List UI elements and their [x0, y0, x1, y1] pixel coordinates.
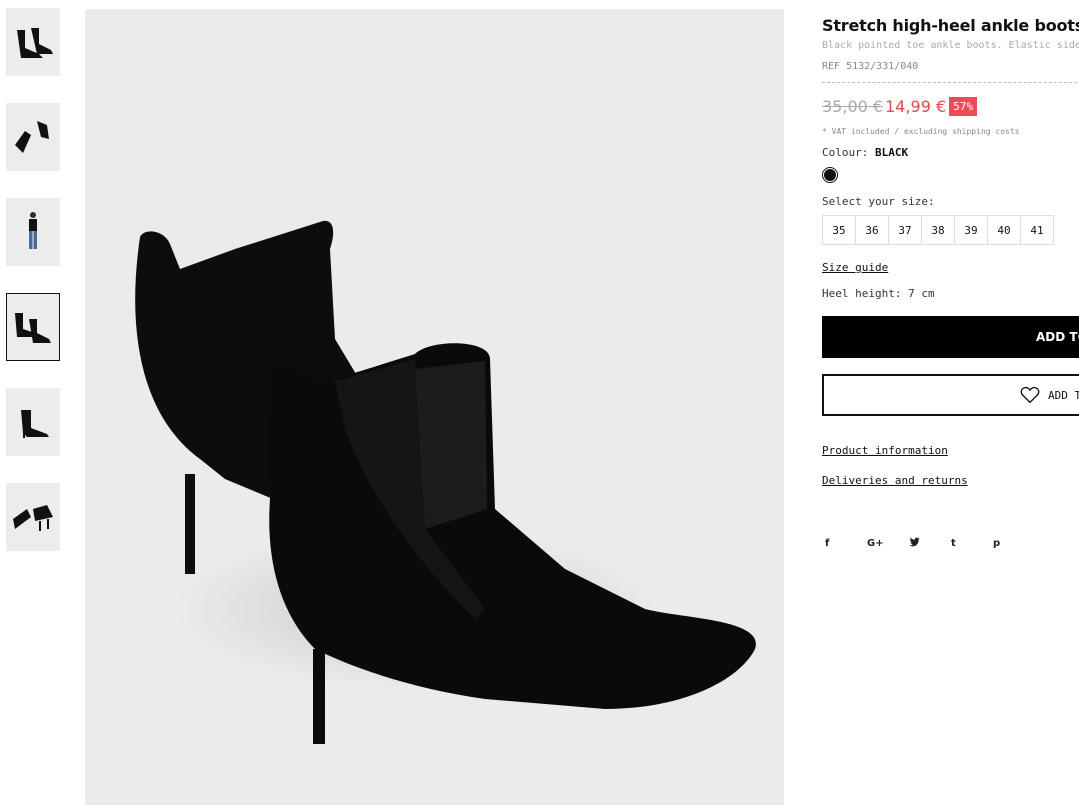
heel-height: Heel height: 7 cm: [822, 287, 935, 300]
size-option-35[interactable]: 35: [822, 215, 856, 245]
size-option-38[interactable]: 38: [921, 215, 955, 245]
thumbnail-list: [6, 8, 60, 578]
colour-swatch-black[interactable]: [822, 167, 838, 183]
add-to-cart-label: ADD TO: [1036, 330, 1079, 344]
product-ref: REF 5132/331/040: [822, 61, 919, 72]
price-row: 35,00 € 14,99 € 57%: [822, 94, 1079, 118]
old-price: 35,00 €: [822, 96, 884, 116]
swatch-fill: [824, 169, 836, 181]
boots-side-image: [17, 28, 53, 58]
ankle-boots-image: [135, 220, 756, 744]
boots-top-image: [15, 121, 49, 153]
size-label: Select your size:: [822, 195, 935, 208]
size-option-36[interactable]: 36: [855, 215, 889, 245]
social-share: f G+ t p: [822, 537, 1079, 550]
model-image: [29, 212, 37, 249]
boots-pair-image: [15, 313, 51, 343]
facebook-icon[interactable]: f: [822, 538, 864, 549]
pinterest-icon[interactable]: p: [990, 538, 1032, 549]
main-product-image[interactable]: [85, 9, 784, 805]
product-info-panel: Stretch high-heel ankle boots Black poin…: [822, 16, 1079, 550]
thumb-boots-pair[interactable]: [6, 293, 60, 361]
size-option-40[interactable]: 40: [987, 215, 1021, 245]
twitter-icon[interactable]: [906, 537, 948, 550]
colour-value: BLACK: [874, 146, 909, 159]
info-links: Product information Deliveries and retur…: [822, 416, 1079, 487]
size-option-39[interactable]: 39: [954, 215, 988, 245]
colour-label: Colour:: [822, 146, 869, 159]
google-plus-icon[interactable]: G+: [864, 538, 906, 549]
vat-note: * VAT included / excluding shipping cost…: [822, 127, 1020, 136]
product-title: Stretch high-heel ankle boots: [822, 16, 1079, 35]
boot-single-image: [21, 410, 49, 438]
tumblr-icon[interactable]: t: [948, 538, 990, 549]
thumb-model[interactable]: [6, 198, 60, 266]
thumb-boots-side[interactable]: [6, 8, 60, 76]
boots-back-image: [13, 505, 53, 531]
colour-row: Colour: BLACK: [822, 146, 1079, 159]
product-subtitle: Black pointed toe ankle boots. Elastic s…: [822, 40, 1079, 51]
product-information-link[interactable]: Product information: [822, 444, 1079, 457]
discount-badge: 57%: [949, 96, 978, 116]
thumb-boots-back[interactable]: [6, 483, 60, 551]
new-price: 14,99 €: [885, 96, 947, 116]
size-option-37[interactable]: 37: [888, 215, 922, 245]
size-guide-link[interactable]: Size guide: [822, 261, 888, 274]
add-to-cart-button[interactable]: ADD TO: [822, 316, 1079, 358]
deliveries-returns-link[interactable]: Deliveries and returns: [822, 474, 1079, 487]
thumb-boot-single[interactable]: [6, 388, 60, 456]
thumb-boots-top[interactable]: [6, 103, 60, 171]
add-to-wishlist-button[interactable]: ADD T: [822, 374, 1079, 416]
divider: [822, 82, 1079, 83]
size-selector: 35 36 37 38 39 40 41: [822, 215, 1079, 245]
heart-icon: [1020, 386, 1040, 404]
add-to-wishlist-label: ADD T: [1048, 388, 1079, 402]
size-option-41[interactable]: 41: [1020, 215, 1054, 245]
